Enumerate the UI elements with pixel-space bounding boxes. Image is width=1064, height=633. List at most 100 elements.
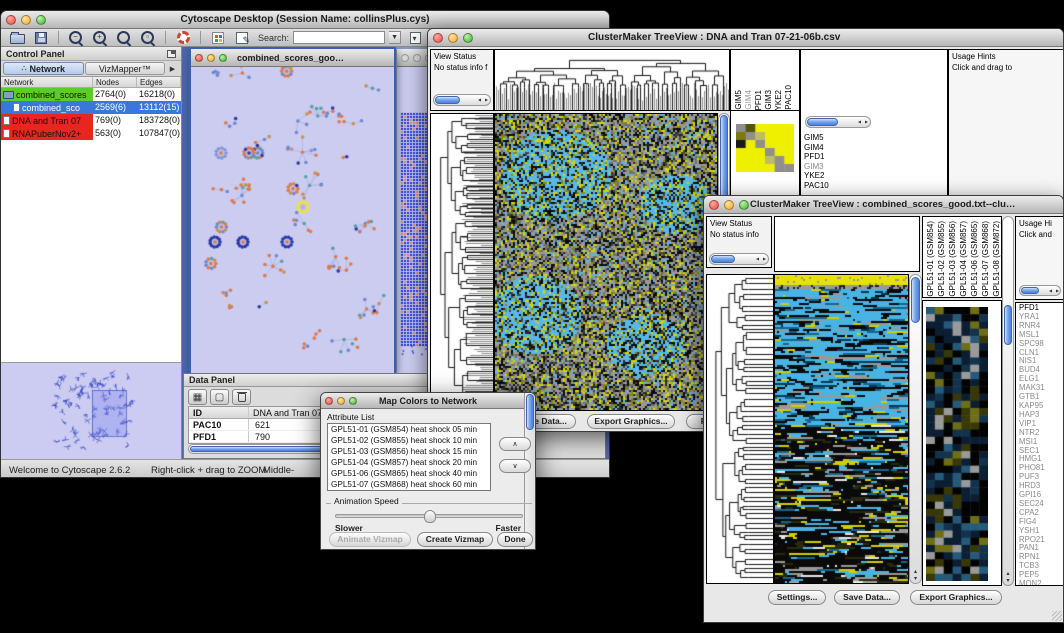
column-label[interactable]: GIM4 [744, 90, 753, 110]
treeview2-zoom-panel[interactable] [922, 300, 1002, 586]
attribute-item[interactable]: GPL51-03 (GSM856) heat shock 15 min [328, 446, 490, 457]
attribute-item[interactable]: GPL51-01 (GSM854) heat shock 05 min [328, 424, 490, 435]
move-up-button[interactable]: ∧ [499, 437, 531, 451]
zoom-window-icon[interactable] [463, 33, 473, 43]
zoom-fit-button[interactable] [138, 30, 158, 46]
scroll-down-icon[interactable]: ▾ [914, 575, 917, 582]
minimize-icon[interactable] [448, 33, 458, 43]
scroll-up-icon[interactable]: ▴ [914, 568, 917, 575]
gene-label[interactable]: GIM3 [804, 162, 829, 172]
import-table-button[interactable] [405, 30, 425, 46]
network-window-titlebar[interactable]: combined_scores_good.txt--cluste... [191, 49, 394, 67]
main-titlebar[interactable]: Cytoscape Desktop (Session Name: collins… [1, 11, 609, 29]
column-label[interactable]: GPL51-02 (GSM855) [937, 221, 946, 297]
network-overview-canvas[interactable] [2, 364, 179, 456]
scrollbar-thumb[interactable] [807, 118, 838, 126]
minimize-icon[interactable] [337, 397, 345, 405]
heatmap-canvas[interactable] [775, 275, 908, 583]
treeview1-column-dendrogram[interactable] [494, 49, 730, 111]
export-graphics-button[interactable]: Export Graphics... [910, 590, 1002, 605]
gene-label[interactable]: MON2 [1019, 580, 1064, 586]
treeview2-heatmap-vscrollbar[interactable]: ▴ ▾ [909, 274, 922, 584]
scroll-left-icon[interactable]: ◂ [1049, 287, 1052, 294]
zoom-window-icon[interactable] [219, 54, 227, 62]
column-label[interactable]: GPL51-08 (GSM872) [992, 221, 1001, 297]
slider-thumb[interactable] [424, 510, 436, 523]
tab-network[interactable]: ∴ Network [3, 62, 84, 75]
treeview2-row-dendrogram[interactable] [706, 274, 774, 584]
minimize-icon[interactable] [207, 54, 215, 62]
create-attribute-button[interactable]: ▢ [210, 389, 229, 405]
gene-label[interactable]: PAC10 [804, 181, 829, 191]
help-button[interactable] [173, 30, 193, 46]
zoom-selected-button[interactable] [114, 30, 134, 46]
scroll-up-icon[interactable]: ▴ [1006, 570, 1009, 577]
column-label[interactable]: PFD1 [754, 90, 763, 110]
column-label[interactable]: GPL51-06 (GSM865) [970, 221, 979, 297]
scroll-right-icon[interactable]: ▸ [763, 255, 766, 262]
zoom-window-icon[interactable] [36, 15, 46, 25]
matrix-hscrollbar[interactable]: ◂ ▸ [805, 116, 871, 128]
row-dendrogram-canvas[interactable] [431, 114, 493, 410]
open-session-button[interactable] [7, 30, 27, 46]
minimize-icon[interactable] [724, 200, 734, 210]
view-status-hscrollbar[interactable]: ◂ ▸ [433, 94, 491, 106]
search-dropdown-arrow[interactable]: ▼ [389, 31, 401, 44]
scrollbar-thumb[interactable] [526, 394, 534, 430]
vizmapper-button[interactable] [208, 30, 228, 46]
column-label[interactable]: GPL51-07 (GSM868) [981, 221, 990, 297]
network-row-dna-tran[interactable]: DNA and Tran 07 769(0) 183728(0) [1, 114, 181, 127]
tab-overflow-arrow[interactable]: ▶ [166, 65, 179, 73]
save-session-button[interactable] [31, 30, 51, 46]
network-view-window[interactable]: combined_scores_good.txt--cluste... [189, 47, 396, 373]
gene-label[interactable]: GIM5 [804, 133, 829, 143]
scroll-right-icon[interactable]: ▸ [865, 118, 868, 125]
attribute-item[interactable]: GPL51-06 (GSM865) heat shock 40 min [328, 468, 490, 479]
network-canvas[interactable] [191, 67, 394, 375]
scroll-left-icon[interactable]: ◂ [478, 96, 481, 103]
zoom-heatmap-canvas[interactable] [926, 307, 988, 581]
select-attributes-button[interactable]: ▦ [188, 389, 207, 405]
gene-label[interactable]: GIM4 [804, 143, 829, 153]
column-label[interactable]: GPL51-04 (GSM857) [959, 221, 968, 297]
column-label[interactable]: PAC10 [784, 85, 793, 110]
settings-button[interactable]: Settings... [768, 590, 826, 605]
move-down-button[interactable]: ∨ [499, 459, 531, 473]
scrollbar-thumb[interactable] [1021, 287, 1039, 294]
column-dendrogram-canvas[interactable] [495, 50, 729, 110]
minimize-icon[interactable] [413, 54, 421, 62]
done-button[interactable]: Done [497, 532, 533, 547]
column-label[interactable]: GIM5 [734, 90, 743, 110]
treeview1-titlebar[interactable]: ClusterMaker TreeView : DNA and Tran 07-… [428, 29, 1063, 47]
column-label[interactable]: YKE2 [774, 90, 783, 110]
close-icon[interactable] [709, 200, 719, 210]
treeview1-heatmap[interactable] [494, 113, 718, 411]
treeview2-labels-vscrollbar[interactable]: ▴ ▾ [1002, 216, 1014, 586]
zoom-window-icon[interactable] [349, 397, 357, 405]
tab-vizmapper[interactable]: VizMapper™ [85, 62, 166, 75]
attribute-item[interactable]: GPL51-07 (GSM868) heat shock 60 min [328, 479, 490, 490]
scrollbar-thumb[interactable] [911, 277, 920, 323]
scroll-down-icon[interactable]: ▾ [1006, 577, 1009, 584]
treeview1-row-dendrogram[interactable] [430, 113, 494, 411]
close-icon[interactable] [433, 33, 443, 43]
zoom-window-icon[interactable] [739, 200, 749, 210]
column-label[interactable]: GPL51-01 (GSM854) [926, 221, 935, 297]
create-vizmap-button[interactable]: Create Vizmap [417, 532, 493, 547]
treeview2-column-dendrogram-area[interactable] [774, 216, 920, 272]
close-icon[interactable] [401, 54, 409, 62]
delete-attribute-button[interactable] [232, 389, 251, 405]
view-status-hscrollbar[interactable]: ◂ ▸ [709, 253, 769, 265]
row-dendrogram-canvas[interactable] [707, 275, 773, 583]
scrollbar-thumb[interactable] [1004, 305, 1012, 345]
scrollbar-thumb[interactable] [711, 255, 735, 263]
close-icon[interactable] [6, 15, 16, 25]
close-icon[interactable] [195, 54, 203, 62]
gene-label[interactable]: PFD1 [804, 152, 829, 162]
minimize-icon[interactable] [21, 15, 31, 25]
network-row-selected[interactable]: combined_sco 2569(6) 13112(15) [1, 101, 181, 114]
network-row-rnapuber[interactable]: RNAPuberNov2+ 563(0) 107847(0) [1, 127, 181, 140]
scroll-left-icon[interactable]: ◂ [858, 118, 861, 125]
export-graphics-button[interactable]: Export Graphics... [587, 414, 675, 429]
close-icon[interactable] [325, 397, 333, 405]
